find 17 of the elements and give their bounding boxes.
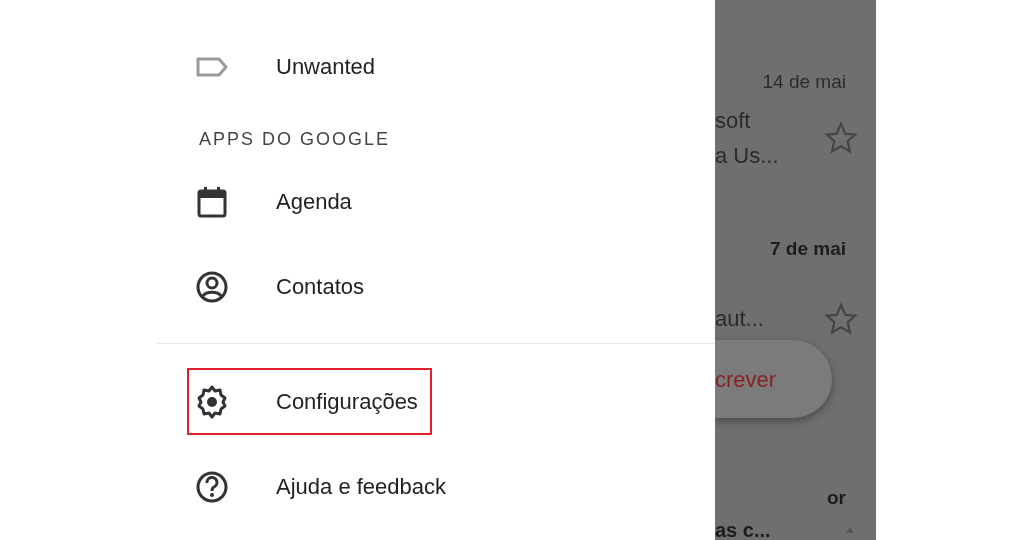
email-date: 7 de mai — [768, 236, 846, 261]
triangle-icon — [846, 527, 854, 533]
email-text: as c... — [715, 517, 771, 540]
email-date: or — [826, 486, 846, 510]
star-icon[interactable] — [824, 301, 858, 336]
section-header: APPS DO GOOGLE — [198, 127, 392, 151]
star-icon[interactable] — [824, 120, 858, 155]
menu-item-label[interactable]: Unwanted — [276, 50, 376, 83]
menu-item[interactable]: Configurações — [187, 368, 432, 435]
email-text: aut... — [715, 305, 764, 333]
menu-item-label[interactable]: Ajuda e feedback — [276, 470, 447, 503]
email-text: a Us... — [715, 141, 779, 170]
menu-item-label[interactable]: Configurações — [276, 385, 418, 418]
email-date: 14 de mai — [761, 70, 846, 94]
menu-item-label[interactable]: Contatos — [276, 270, 365, 303]
menu-item-label[interactable]: Agenda — [276, 185, 352, 218]
email-text: soft — [715, 106, 752, 135]
